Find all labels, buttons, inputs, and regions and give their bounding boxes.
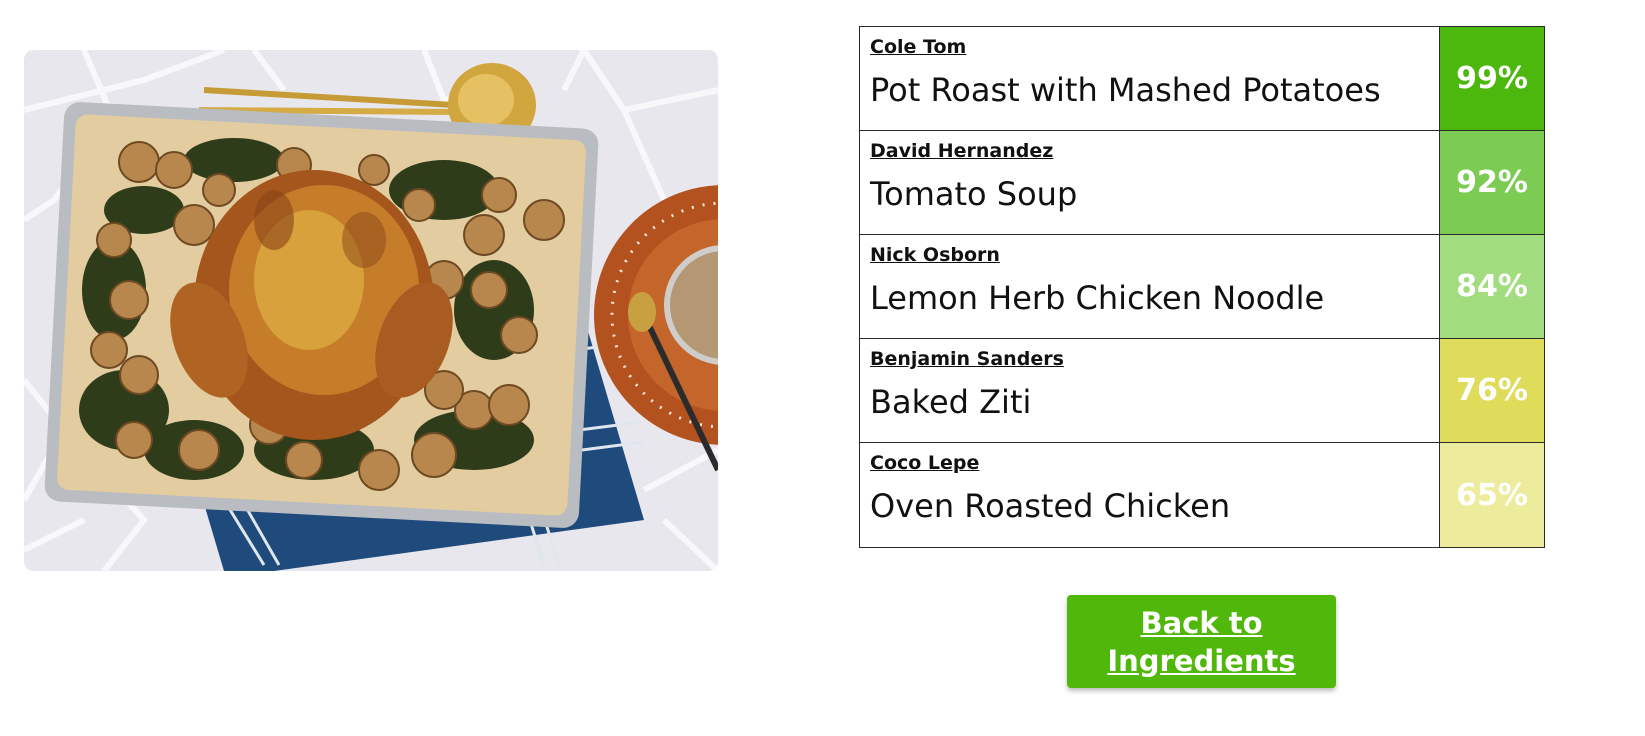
recipe-result-row[interactable]: Nick Osborn Lemon Herb Chicken Noodle 84… — [860, 235, 1544, 339]
match-score-badge: 84% — [1439, 235, 1544, 338]
recipe-result-row[interactable]: David Hernandez Tomato Soup 92% — [860, 131, 1544, 235]
recipe-result-info[interactable]: Nick Osborn Lemon Herb Chicken Noodle — [860, 235, 1439, 338]
recipe-author-link[interactable]: David Hernandez — [870, 139, 1429, 163]
recipe-result-info[interactable]: Cole Tom Pot Roast with Mashed Potatoes — [860, 27, 1439, 130]
recipe-title: Pot Roast with Mashed Potatoes — [870, 71, 1381, 109]
recipe-author-link[interactable]: Benjamin Sanders — [870, 347, 1429, 371]
recipe-title: Baked Ziti — [870, 383, 1032, 421]
recipe-result-info[interactable]: David Hernandez Tomato Soup — [860, 131, 1439, 234]
recipe-title: Oven Roasted Chicken — [870, 487, 1231, 525]
recipe-result-info[interactable]: Coco Lepe Oven Roasted Chicken — [860, 443, 1439, 547]
recipe-result-info[interactable]: Benjamin Sanders Baked Ziti — [860, 339, 1439, 442]
recipe-author-link[interactable]: Cole Tom — [870, 35, 1429, 59]
back-to-ingredients-button[interactable]: Back to Ingredients — [1067, 595, 1336, 688]
recipe-author-link[interactable]: Nick Osborn — [870, 243, 1429, 267]
recipe-results-list: Cole Tom Pot Roast with Mashed Potatoes … — [859, 26, 1545, 548]
recipe-author-link[interactable]: Coco Lepe — [870, 451, 1429, 475]
recipe-result-row[interactable]: Benjamin Sanders Baked Ziti 76% — [860, 339, 1544, 443]
match-score-badge: 76% — [1439, 339, 1544, 442]
recipe-title: Lemon Herb Chicken Noodle — [870, 279, 1325, 317]
match-score-badge: 92% — [1439, 131, 1544, 234]
recipe-result-row[interactable]: Cole Tom Pot Roast with Mashed Potatoes … — [860, 27, 1544, 131]
recipe-title: Tomato Soup — [870, 175, 1078, 213]
roast-chicken-image — [24, 50, 718, 571]
recipe-result-row[interactable]: Coco Lepe Oven Roasted Chicken 65% — [860, 443, 1544, 547]
match-score-badge: 65% — [1439, 443, 1544, 547]
match-score-badge: 99% — [1439, 27, 1544, 130]
recipe-photo — [24, 50, 718, 571]
